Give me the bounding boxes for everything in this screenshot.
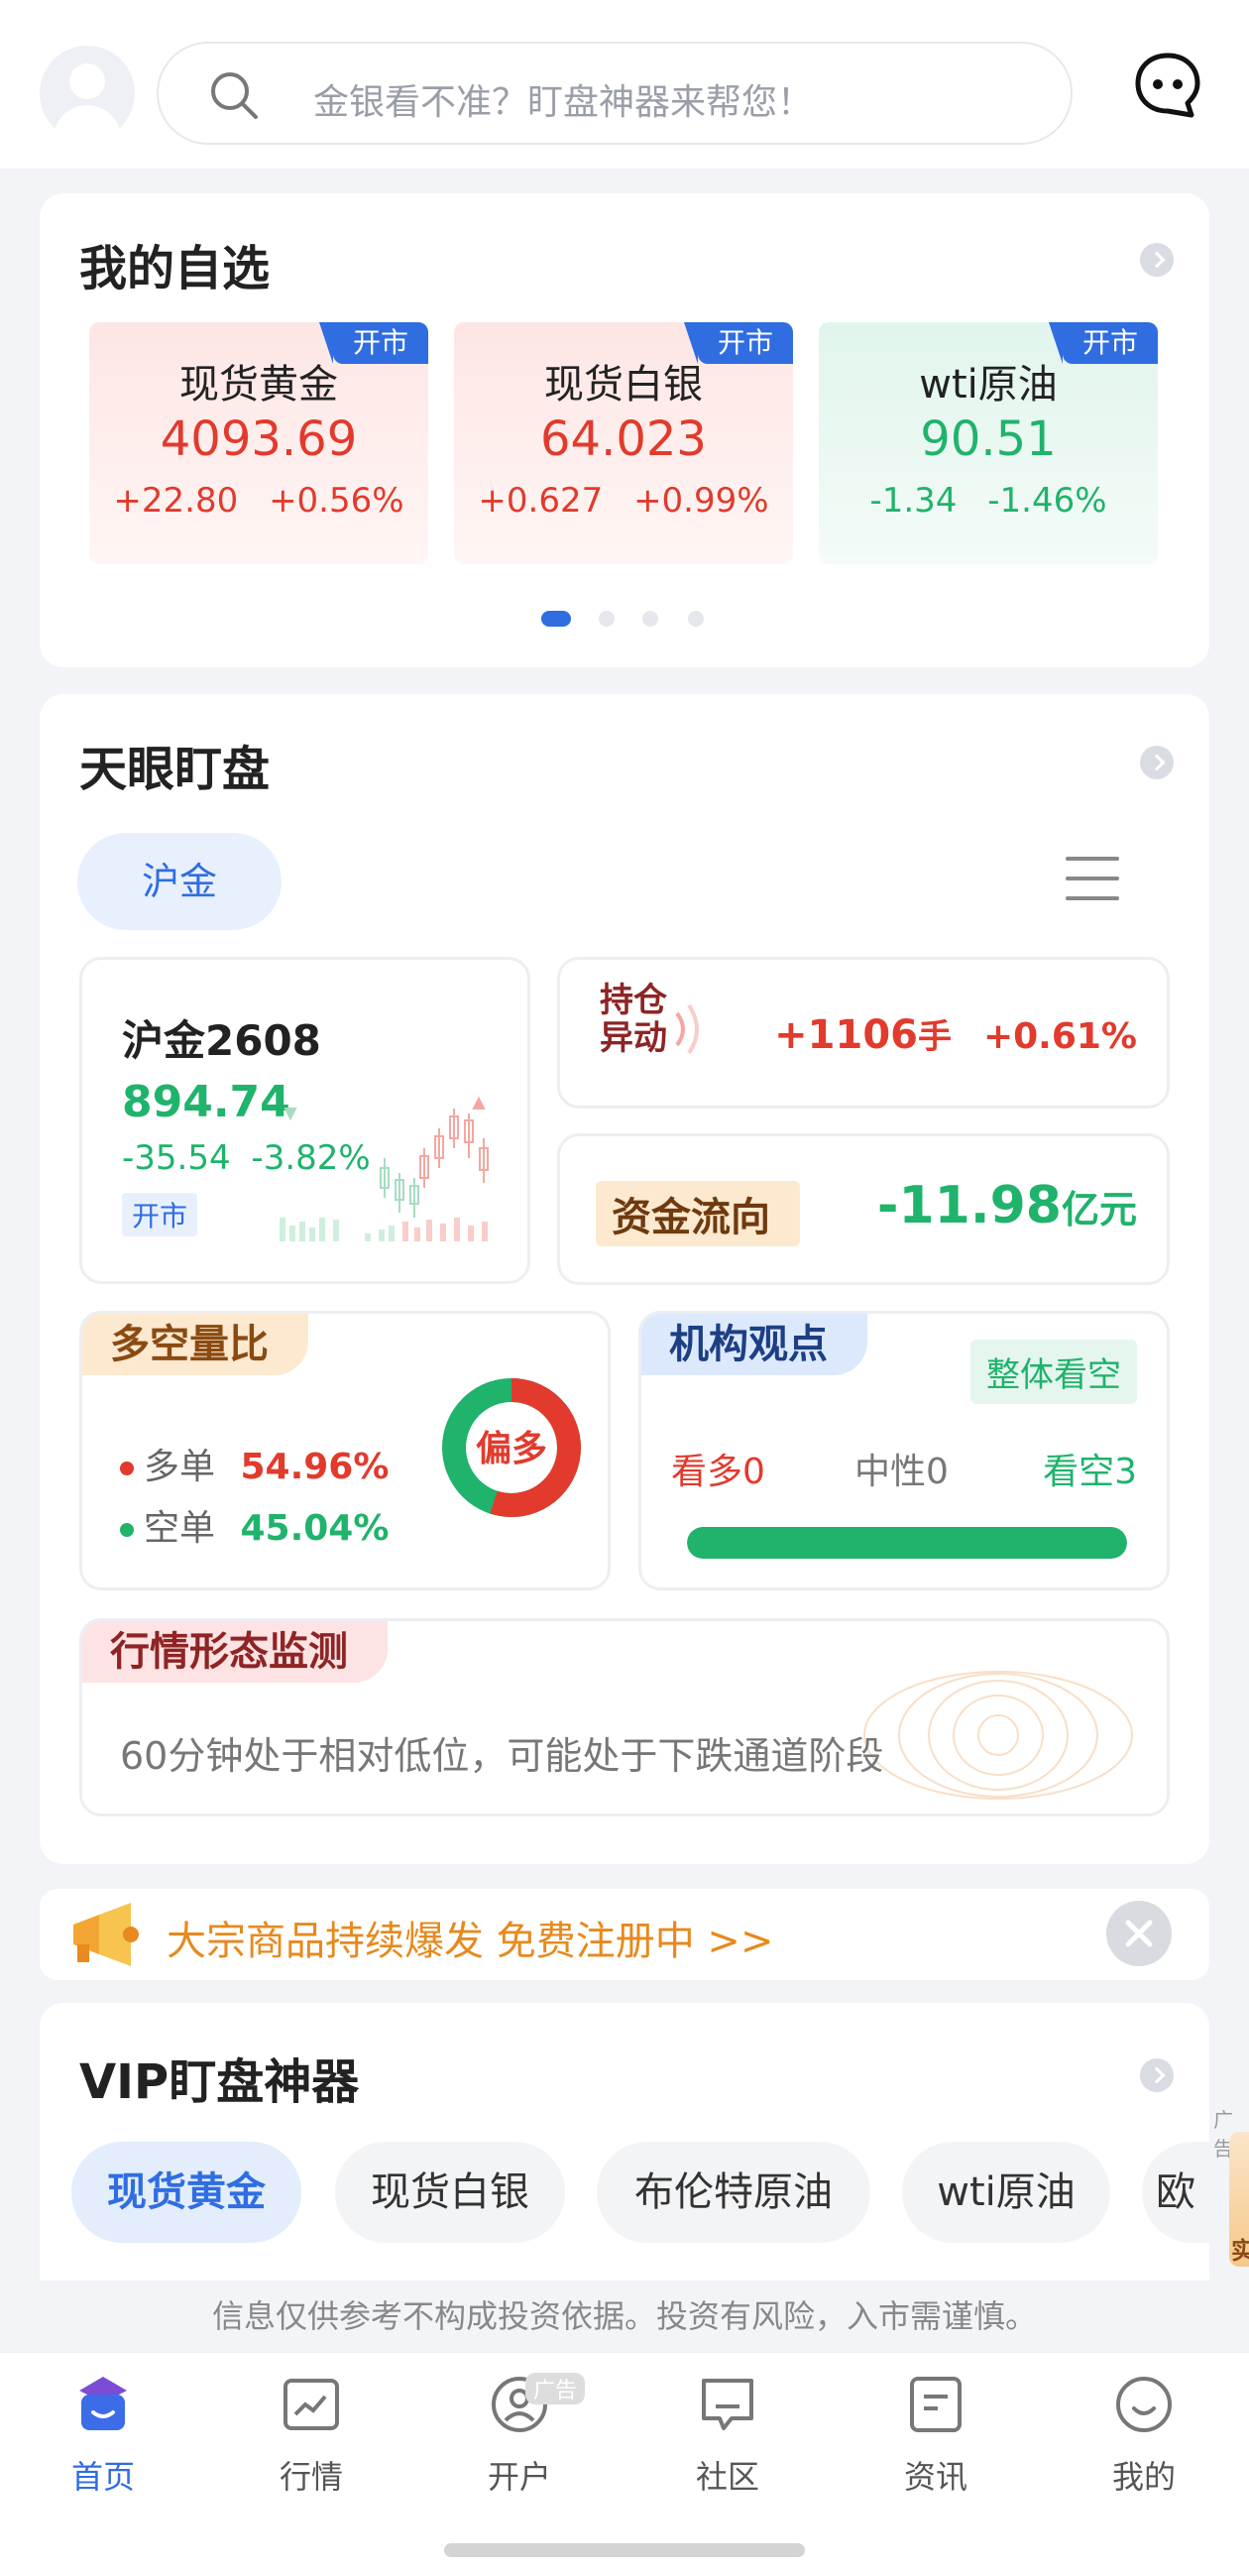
tile-change: +0.627 +0.99%	[478, 481, 769, 521]
tab-market[interactable]: 行情	[242, 2373, 381, 2498]
contract-name: 沪金2608	[122, 1016, 321, 1065]
vip-tab-brent[interactable]: 布伦特原油	[597, 2142, 870, 2243]
close-icon[interactable]	[1106, 1901, 1172, 1966]
search-bar[interactable]: 金银看不准？盯盘神器来帮您！	[157, 42, 1073, 145]
tile-name: 现货黄金	[179, 362, 338, 408]
fund-flow-box[interactable]: 资金流向 -11.98亿元	[557, 1133, 1170, 1285]
tab-label: 资讯	[903, 2458, 967, 2496]
short-row: 空单 45.04%	[120, 1499, 389, 1551]
disclaimer: 信息仅供参考不构成投资依据。投资有风险，入市需谨慎。	[0, 2281, 1249, 2352]
pager-dot[interactable]	[688, 611, 704, 627]
search-placeholder: 金银看不准？盯盘神器来帮您！	[313, 82, 814, 123]
tile-change: +22.80 +0.56%	[113, 481, 404, 521]
promo-text: 大宗商品持续爆发 免费注册中 >>	[167, 1919, 774, 1964]
watchlist-tile-silver[interactable]: 开市 现货白银 64.023 +0.627 +0.99%	[454, 322, 793, 564]
pattern-text: 60分钟处于相对低位，可能处于下跌通道阶段	[120, 1734, 884, 1778]
vip-tab-silver[interactable]: 现货白银	[335, 2142, 565, 2243]
pattern-monitor-box[interactable]: 行情形态监测 60分钟处于相对低位，可能处于下跌通道阶段	[79, 1618, 1170, 1816]
contract-status-badge: 开市	[122, 1193, 198, 1236]
tab-label: 社区	[695, 2458, 759, 2496]
view-ratio-bar	[687, 1527, 1127, 1559]
market-chart-icon	[284, 2379, 339, 2430]
pager-dot[interactable]	[642, 611, 658, 627]
contract-box[interactable]: 沪金2608 894.74 -35.54 -3.82% 开市	[79, 957, 530, 1284]
fund-flow-value: -11.98亿元	[876, 1176, 1137, 1235]
pattern-title: 行情形态监测	[82, 1621, 388, 1683]
news-doc-icon	[910, 2377, 962, 2432]
institution-view-box[interactable]: 机构观点 整体看空 看多0 中性0 看空3	[638, 1311, 1170, 1590]
vip-more-icon[interactable]	[1140, 2058, 1174, 2092]
tianyan-more-icon[interactable]	[1140, 746, 1174, 779]
menu-icon[interactable]	[1066, 853, 1119, 906]
promo-banner[interactable]: 大宗商品持续爆发 免费注册中 >>	[40, 1889, 1209, 1980]
floating-ad[interactable]: 实	[1229, 2132, 1249, 2267]
bias-label: 偏多	[476, 1429, 547, 1469]
tile-change: -1.34 -1.46%	[869, 481, 1107, 521]
bull-count: 看多0	[671, 1452, 765, 1492]
pager-dot[interactable]	[541, 611, 571, 627]
tile-price: 90.51	[920, 411, 1057, 467]
position-change-value: +1106手 +0.61%	[774, 1012, 1137, 1058]
tab-label: 首页	[70, 2458, 135, 2496]
overall-view-badge: 整体看空	[970, 1340, 1137, 1404]
vip-tab-wti[interactable]: wti原油	[902, 2142, 1110, 2243]
tile-name: 现货白银	[544, 362, 703, 408]
neutral-count: 中性0	[854, 1452, 949, 1492]
long-row: 多单 54.96%	[120, 1438, 389, 1489]
long-short-donut: 偏多	[442, 1378, 581, 1517]
signal-wave-icon	[675, 1003, 699, 1055]
community-chat-icon	[702, 2379, 753, 2430]
watchlist-tile-wti[interactable]: 开市 wti原油 90.51 -1.34 -1.46%	[819, 322, 1158, 564]
long-short-box[interactable]: 多空量比 多单 54.96% 空单 45.04% 偏多	[79, 1311, 611, 1590]
tab-home[interactable]: 首页	[34, 2373, 172, 2498]
tile-name: wti原油	[919, 362, 1058, 408]
vip-title: VIP盯盘神器	[79, 2054, 360, 2110]
vip-tab-gold[interactable]: 现货黄金	[71, 2142, 301, 2243]
tab-news[interactable]: 资讯	[866, 2373, 1005, 2498]
bear-count: 看空3	[1043, 1452, 1137, 1492]
tab-label: 开户	[487, 2458, 551, 2496]
watchlist-tile-gold[interactable]: 开市 现货黄金 4093.69 +22.80 +0.56%	[89, 322, 428, 564]
watchlist-card: 我的自选 开市 现货黄金 4093.69 +22.80 +0.56% 开市 现货…	[40, 193, 1209, 667]
profile-smile-icon	[1116, 2377, 1172, 2432]
tab-open-account[interactable]: 广告 开户	[450, 2373, 589, 2498]
position-change-tag: 持仓 异动	[600, 981, 667, 1058]
search-icon	[211, 72, 258, 119]
carousel-pager	[0, 611, 1249, 627]
watchlist-more-icon[interactable]	[1140, 243, 1174, 277]
institution-title: 机构观点	[641, 1314, 867, 1375]
position-change-box[interactable]: 持仓 异动 +1106手 +0.61%	[557, 957, 1170, 1109]
tile-price: 4093.69	[160, 411, 358, 467]
contract-price: 894.74	[122, 1077, 290, 1127]
tianyan-card: 天眼盯盘 沪金 沪金2608 894.74 -35.54 -3.82% 开市 持…	[40, 694, 1209, 1864]
chat-message-icon[interactable]	[1134, 52, 1201, 119]
floating-ad-text: 实	[1231, 2237, 1249, 2265]
fund-flow-label: 资金流向	[596, 1181, 800, 1246]
tianyan-title: 天眼盯盘	[79, 742, 271, 797]
megaphone-icon	[73, 1903, 139, 1966]
tile-price: 64.023	[540, 411, 707, 467]
top-header: 金银看不准？盯盘神器来帮您！	[0, 0, 1249, 169]
home-indicator[interactable]	[444, 2543, 805, 2557]
vip-tab-eu[interactable]: 欧	[1142, 2142, 1209, 2243]
candlestick-chart-icon	[280, 1096, 489, 1241]
tab-label: 我的	[1111, 2458, 1176, 2496]
watchlist-title: 我的自选	[79, 241, 271, 296]
tab-label: 行情	[279, 2458, 343, 2496]
long-short-title: 多空量比	[82, 1314, 308, 1375]
pager-dot[interactable]	[599, 611, 615, 627]
bear-ratio-fill	[687, 1527, 1127, 1559]
ad-badge: 广告	[525, 2373, 586, 2404]
bottom-tab-bar: 首页 行情 广告 开户 社区 资讯 我的	[0, 2352, 1249, 2576]
home-icon	[79, 2377, 127, 2430]
avatar[interactable]	[40, 46, 135, 141]
tab-community[interactable]: 社区	[658, 2373, 797, 2498]
tab-mine[interactable]: 我的	[1075, 2373, 1213, 2498]
tab-hujin[interactable]: 沪金	[77, 833, 282, 930]
